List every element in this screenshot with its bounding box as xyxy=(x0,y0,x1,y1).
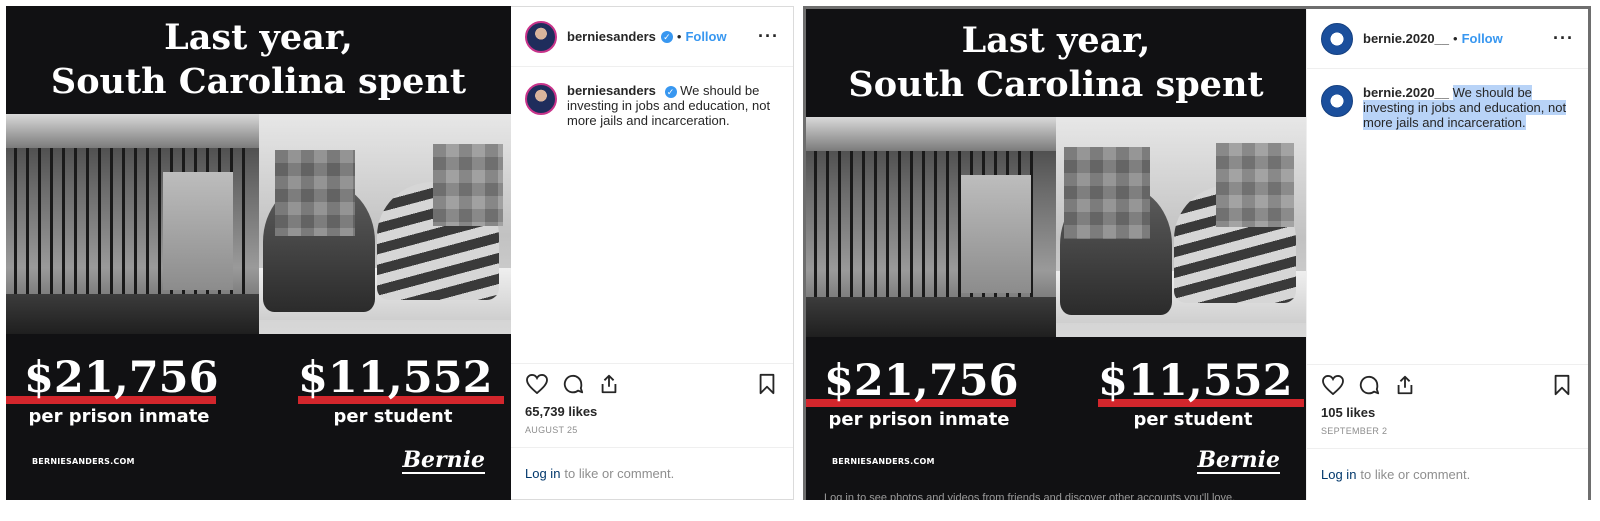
separator-dot: • xyxy=(676,29,682,44)
right-instagram-post: Last year, South Carolina spent $21,756 … xyxy=(803,6,1591,500)
caption-username[interactable]: berniesanders xyxy=(567,83,656,98)
username[interactable]: bernie.2020__ xyxy=(1363,31,1449,46)
bookmark-icon[interactable] xyxy=(1550,373,1574,397)
ad-stats: $21,756 per prison inmate $11,552 per st… xyxy=(806,339,1306,500)
blurred-face xyxy=(432,144,503,226)
stat-student-label: per student xyxy=(1133,409,1253,430)
comment-icon[interactable] xyxy=(561,372,585,396)
stat-prison-label: per prison inmate xyxy=(828,409,1010,430)
more-horizontal-icon[interactable]: ··· xyxy=(1553,28,1574,49)
post-date: AUGUST 25 xyxy=(525,425,578,435)
post-actions xyxy=(511,363,793,403)
post-header: berniesanders ✓ • Follow ··· xyxy=(511,7,793,67)
more-horizontal-icon[interactable]: ··· xyxy=(758,26,779,47)
follow-button[interactable]: Follow xyxy=(1462,31,1503,46)
ad-stats: $21,756 per prison inmate $11,552 per st… xyxy=(6,336,511,500)
post-image[interactable]: Last year, South Carolina spent $21,756 … xyxy=(806,9,1306,500)
likes-count[interactable]: 65,739 likes xyxy=(511,403,793,421)
stat-prison-label: per prison inmate xyxy=(28,406,210,427)
separator-dot: • xyxy=(1453,31,1458,46)
share-icon[interactable] xyxy=(597,372,621,396)
post-header: bernie.2020__ • Follow ··· xyxy=(1307,9,1588,69)
avatar[interactable] xyxy=(525,20,557,53)
share-icon[interactable] xyxy=(1393,373,1417,397)
classroom-photo xyxy=(258,114,511,334)
caption: berniesanders ✓ We should be investing i… xyxy=(511,67,793,128)
prison-cell-photo xyxy=(806,117,1056,337)
ad-photo xyxy=(6,114,511,334)
stat-student-label: per student xyxy=(333,406,453,427)
stat-student: $11,552 per student xyxy=(284,352,506,428)
ad-headline-line2: South Carolina spent xyxy=(848,64,1264,105)
login-link[interactable]: Log in xyxy=(1321,467,1356,482)
follow-button[interactable]: Follow xyxy=(685,29,726,44)
bernie-logo: Bernie xyxy=(402,447,485,474)
ad-photo xyxy=(806,117,1306,337)
login-prompt: Log in to like or comment. xyxy=(511,447,793,499)
stat-prison-value: $21,756 xyxy=(810,356,1032,406)
stat-prison-value: $21,756 xyxy=(10,353,232,403)
username[interactable]: berniesanders xyxy=(567,29,656,44)
likes-count[interactable]: 105 likes xyxy=(1307,404,1588,422)
blurred-face xyxy=(1064,147,1150,239)
caption: bernie.2020__ We should be investing in … xyxy=(1307,69,1588,130)
ad-url: BERNIESANDERS.COM xyxy=(32,457,135,466)
ad-headline-line1: Last year, xyxy=(961,20,1151,61)
ad-headline-line2: South Carolina spent xyxy=(50,61,467,102)
post-image[interactable]: Last year, South Carolina spent $21,756 … xyxy=(6,6,511,500)
prison-cell-photo xyxy=(6,114,259,334)
post-sidebar: berniesanders ✓ • Follow ··· berniesande… xyxy=(511,6,794,500)
ad-url: BERNIESANDERS.COM xyxy=(832,457,935,466)
bernie-logo: Bernie xyxy=(1197,447,1280,474)
caption-username[interactable]: bernie.2020__ xyxy=(1363,85,1449,100)
classroom-photo xyxy=(1056,117,1306,337)
login-prompt: Log in to like or comment. xyxy=(1307,448,1588,500)
stat-prison: $21,756 per prison inmate xyxy=(810,355,1032,431)
verified-badge-icon: ✓ xyxy=(660,30,673,43)
heart-icon[interactable] xyxy=(525,372,549,396)
blurred-face xyxy=(274,150,355,236)
login-prompt-text: to like or comment. xyxy=(564,466,675,481)
avatar[interactable] xyxy=(1321,22,1353,55)
avatar[interactable] xyxy=(1321,85,1353,117)
stat-student: $11,552 per student xyxy=(1084,355,1306,431)
bookmark-icon[interactable] xyxy=(755,372,779,396)
post-sidebar: bernie.2020__ • Follow ··· bernie.2020__… xyxy=(1306,9,1588,500)
ad-headline: Last year, South Carolina spent xyxy=(806,19,1306,107)
login-link[interactable]: Log in xyxy=(525,466,560,481)
post-date: SEPTEMBER 2 xyxy=(1321,426,1388,436)
stat-student-value: $11,552 xyxy=(284,353,506,403)
comment-icon[interactable] xyxy=(1357,373,1381,397)
post-actions xyxy=(1307,364,1588,404)
left-instagram-post: Last year, South Carolina spent $21,756 … xyxy=(6,6,794,500)
login-prompt-text: to like or comment. xyxy=(1360,467,1471,482)
stat-student-value: $11,552 xyxy=(1084,356,1306,406)
ad-headline: Last year, South Carolina spent xyxy=(6,16,511,104)
heart-icon[interactable] xyxy=(1321,373,1345,397)
background-page-text: Log in to see photos and videos from fri… xyxy=(824,492,1236,500)
verified-badge-icon: ✓ xyxy=(664,86,677,98)
blurred-face xyxy=(1216,143,1294,227)
stat-prison: $21,756 per prison inmate xyxy=(10,352,232,428)
avatar[interactable] xyxy=(525,83,557,115)
ad-headline-line1: Last year, xyxy=(164,17,353,58)
